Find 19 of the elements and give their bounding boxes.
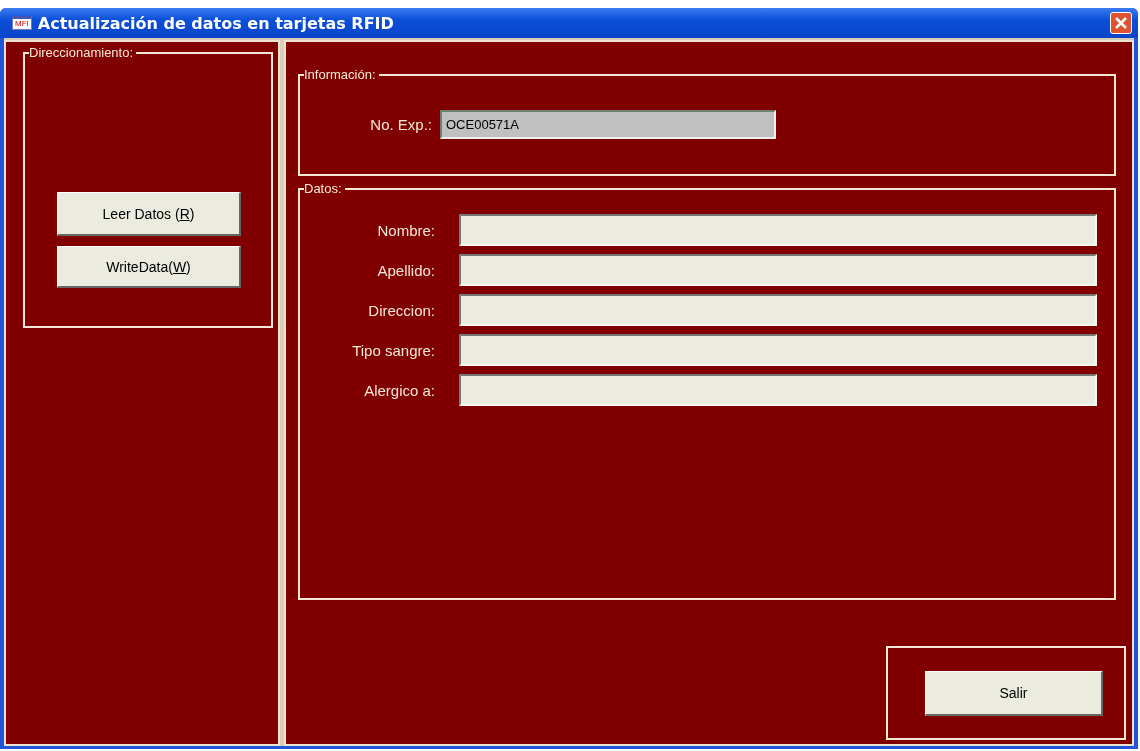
input-field[interactable]	[459, 334, 1097, 366]
field-label: No. Exp.:	[369, 116, 432, 133]
input-field[interactable]	[459, 374, 1097, 406]
action-button[interactable]: WriteData(W)	[57, 246, 241, 288]
action-button[interactable]: Leer Datos (R)	[57, 192, 241, 236]
field-label: Direccion:	[367, 301, 435, 319]
input-field[interactable]: OCE00571A	[440, 110, 776, 139]
window-title: Actualización de datos en tarjetas RFID	[37, 13, 395, 33]
close-icon	[1114, 16, 1128, 30]
field-label: Apellido:	[376, 261, 435, 279]
app-icon: MFI	[12, 16, 32, 30]
close-button[interactable]	[1110, 12, 1132, 34]
input-field[interactable]	[459, 254, 1097, 286]
field-label: Alergico a:	[363, 381, 435, 399]
input-field[interactable]	[459, 294, 1097, 326]
input-field[interactable]	[459, 214, 1097, 246]
field-label: Tipo sangre:	[351, 341, 435, 359]
exit-button[interactable]: Salir	[925, 670, 1103, 716]
field-label: Nombre:	[376, 221, 435, 239]
